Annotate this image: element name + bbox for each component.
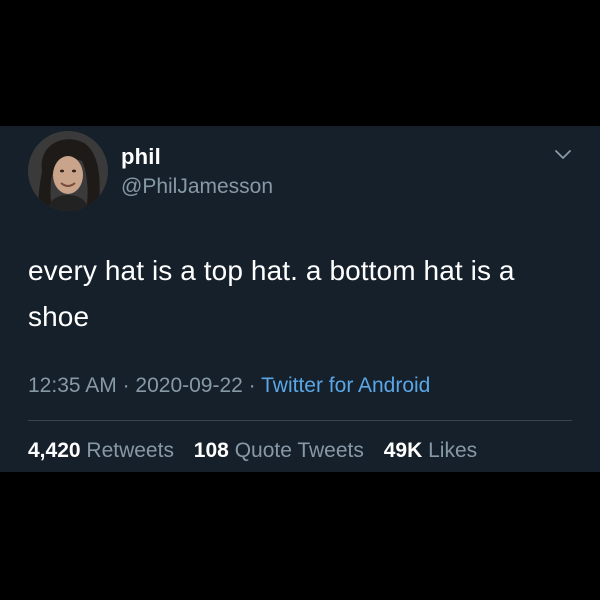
tweet-stats: 4,420 Retweets 108 Quote Tweets 49K Like… [28,438,477,464]
retweets-count: 4,420 [28,439,81,462]
retweets-label: Retweets [86,439,174,462]
author-display-name[interactable]: phil [121,144,161,170]
divider [28,420,572,421]
quote-tweets-count: 108 [193,439,229,462]
likes-label: Likes [428,439,478,462]
tweet-time[interactable]: 12:35 AM [28,374,117,397]
tweet-meta: 12:35 AM · 2020-09-22 · Twitter for Andr… [28,373,430,399]
tweet-source-link[interactable]: Twitter for Android [261,374,430,397]
quote-tweets-stat[interactable]: 108 Quote Tweets [194,439,364,462]
retweets-stat[interactable]: 4,420 Retweets [28,439,174,462]
author-handle[interactable]: @PhilJamesson [121,174,273,200]
meta-separator: · [242,374,262,397]
tweet-text: every hat is a top hat. a bottom hat is … [28,255,515,332]
meta-separator: · [116,374,136,397]
screenshot-canvas: phil @PhilJamesson every hat is a top ha… [0,0,600,600]
avatar-image [28,131,108,211]
tweet-card: phil @PhilJamesson every hat is a top ha… [0,126,600,472]
chevron-down-icon[interactable] [553,148,573,162]
avatar[interactable] [28,131,108,211]
likes-stat[interactable]: 49K Likes [384,439,477,462]
quote-tweets-label: Quote Tweets [234,439,364,462]
tweet-date[interactable]: 2020-09-22 [135,374,242,397]
likes-count: 49K [383,439,423,462]
